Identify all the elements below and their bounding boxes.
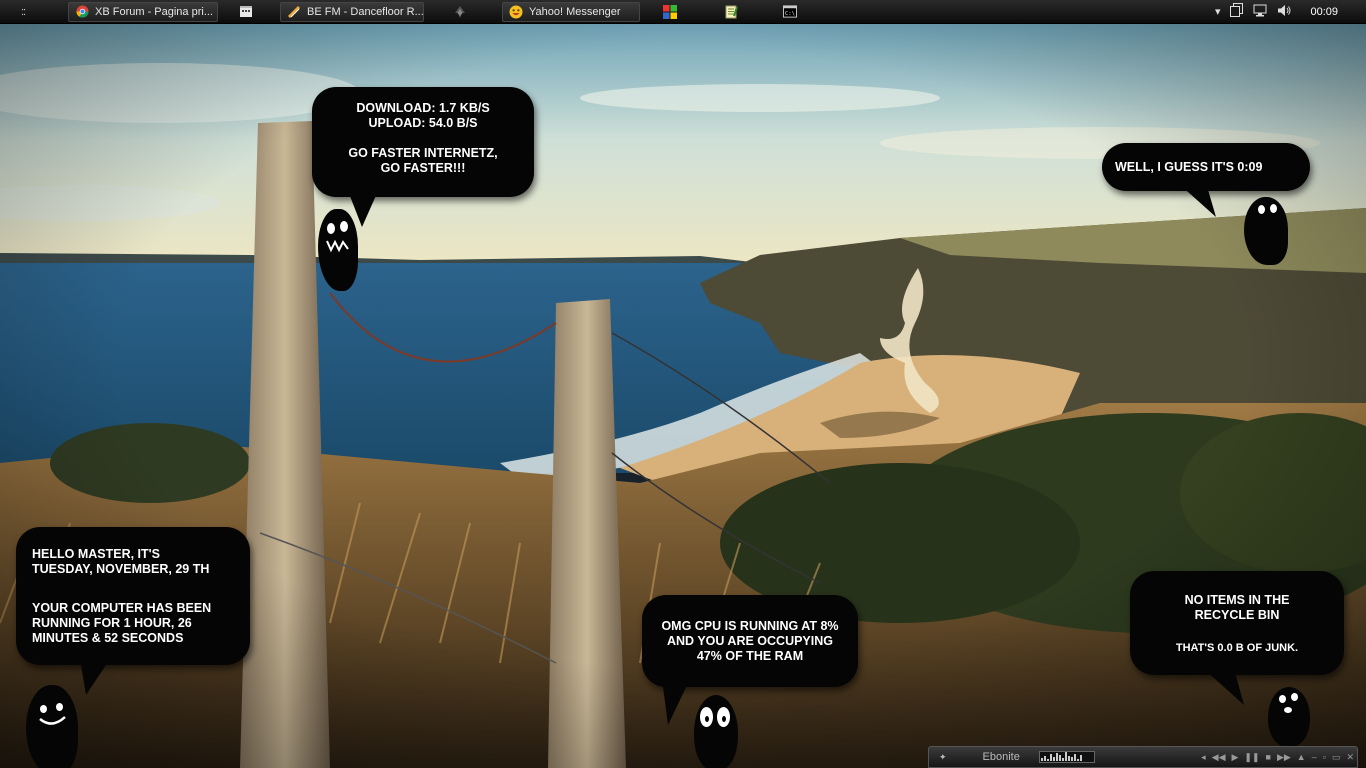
maximize-button[interactable]: ▭ [1332,752,1341,763]
command-prompt-icon: C:\ [783,5,797,19]
time-message: WELL, I GUESS IT'S 0:09 [1115,160,1263,174]
player-controls: ◂ ◀◀ ▶ ❚❚ ■ ▶▶ ▲ – ▫ ▭ ✕ [1198,752,1357,763]
upload-speed: UPLOAD: 54.0 B/S [368,116,478,130]
radio-icon [287,5,301,19]
desktop-wallpaper: DOWNLOAD: 1.7 KB/S UPLOAD: 54.0 B/S GO F… [0,23,1366,768]
greeting-line1: HELLO MASTER, IT'S [32,547,160,561]
yahoo-messenger-icon [509,5,523,19]
volume-icon[interactable] [1277,4,1291,20]
taskbar-button-label: XB Forum - Pagina pri... [95,5,213,18]
ram-usage-line2: 47% OF THE RAM [696,649,804,663]
tray-expand-chevron-icon[interactable]: ▾ [1215,5,1221,18]
taskbar-button-yahoo-messenger[interactable]: Yahoo! Messenger [502,1,640,22]
date-line: TUESDAY, NOVEMBER, 29 TH [32,562,210,576]
next-button[interactable]: ▶▶ [1277,752,1291,763]
uptime-line1: YOUR COMPUTER HAS BEEN [32,601,212,615]
media-icon [239,5,253,19]
stop-button[interactable]: ■ [1266,752,1271,763]
uptime-line3: MINUTES & 52 SECONDS [32,631,184,645]
system-tray: ▾ 00:09 [1210,0,1366,23]
taskbar-button-label: BE FM - Dancefloor R... [307,5,424,18]
taskbar: :: XB Forum - Pagina pri... BE FM - Danc… [0,0,1366,24]
uptime-ghost-mascot [26,685,78,768]
taskbar-button-windows[interactable] [643,2,703,22]
eject-button[interactable]: ▲ [1297,752,1306,763]
network-speed-bubble: DOWNLOAD: 1.7 KB/S UPLOAD: 54.0 B/S GO F… [312,87,534,197]
copy-icon[interactable] [1230,3,1244,20]
taskbar-clock[interactable]: 00:09 [1310,6,1338,18]
bubble-tail [80,659,110,695]
play-button[interactable]: ▶ [1232,752,1239,763]
cpu-ghost-mascot [694,695,738,768]
network-ghost-mascot [318,209,358,291]
taskbar-button-winamp[interactable] [427,2,499,22]
spectrum-visualizer [1038,751,1095,763]
winamp-icon [453,5,467,19]
close-button[interactable]: ✕ [1346,752,1354,763]
recycle-bin-line2: RECYCLE BIN [1194,608,1280,622]
windows-logo-icon [663,4,677,19]
cpu-ram-bubble: OMG CPU IS RUNNING AT 8% AND YOU ARE OCC… [642,595,858,687]
chrome-icon [75,5,89,19]
taskbar-button-notepad[interactable] [706,2,762,22]
media-player-bar: ✦ Ebonite ◂ ◀◀ ▶ ❚❚ ■ ▶▶ ▲ – ▫ ▭ ✕ [928,746,1358,768]
recycle-bin-size: THAT'S 0.0 B OF JUNK. [1175,642,1299,654]
time-ghost-mascot [1244,197,1288,265]
ram-usage-line1: AND YOU ARE OCCUPYING [667,634,833,648]
taskbar-button-label: Yahoo! Messenger [529,5,621,18]
recycle-bin-bubble: NO ITEMS IN THE RECYCLE BIN THAT'S 0.0 B… [1130,571,1344,675]
network-icon[interactable] [1253,4,1267,20]
minimize-button[interactable]: – [1312,752,1317,763]
pause-button[interactable]: ❚❚ [1244,752,1259,763]
uptime-line2: RUNNING FOR 1 HOUR, 26 [32,616,192,630]
cpu-usage-line: OMG CPU IS RUNNING AT 8% [661,619,839,633]
bubble-tail [1178,183,1216,217]
start-button[interactable]: :: [0,0,46,23]
network-message-line2: GO FASTER!!! [380,161,466,175]
recycle-bin-ghost-mascot [1268,687,1310,747]
taskbar-button-media[interactable] [221,2,277,22]
recycle-bin-line1: NO ITEMS IN THE [1184,593,1290,607]
taskbar-button-chrome[interactable]: XB Forum - Pagina pri... [68,1,218,22]
player-skin-name: Ebonite [982,751,1020,763]
network-message-line1: GO FASTER INTERNETZ, [348,146,498,160]
download-speed: DOWNLOAD: 1.7 KB/S [356,101,490,115]
taskbar-button-radio[interactable]: BE FM - Dancefloor R... [280,1,424,22]
shuffle-button[interactable]: ◂ [1201,752,1206,763]
uptime-bubble: HELLO MASTER, IT'S TUESDAY, NOVEMBER, 29… [16,527,250,665]
restore-button[interactable]: ▫ [1323,752,1326,763]
previous-button[interactable]: ◀◀ [1212,752,1226,763]
bubble-tail [1204,669,1244,705]
notepad-icon [724,5,738,19]
svg-text:C:\: C:\ [785,11,795,17]
player-menu-icon[interactable]: ✦ [939,752,947,763]
taskbar-button-command-prompt[interactable]: C:\ [765,2,821,22]
